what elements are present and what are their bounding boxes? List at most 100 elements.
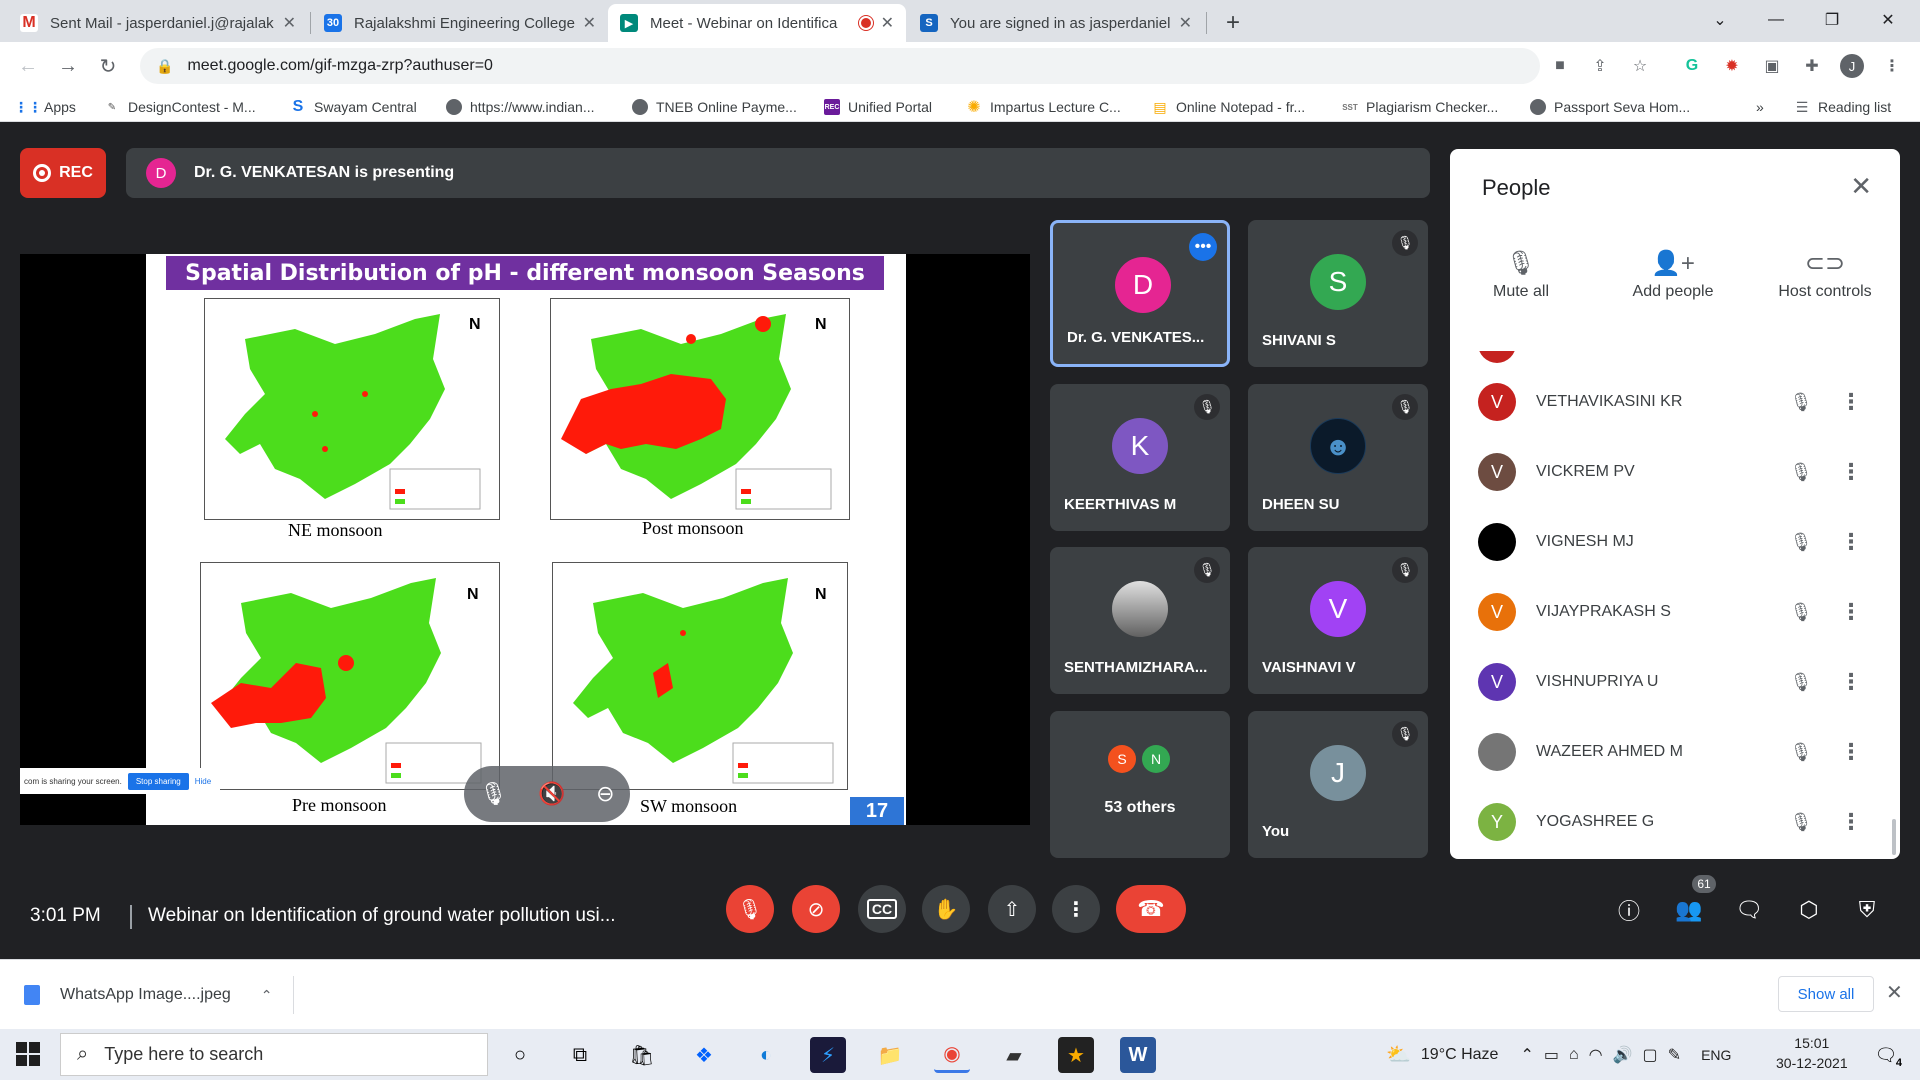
word-icon[interactable]: W xyxy=(1120,1037,1156,1073)
mic-off-icon[interactable]: 🎙 xyxy=(1786,812,1816,833)
chrome-icon[interactable]: ◉ xyxy=(934,1037,970,1073)
bookmark-item[interactable]: TNEB Online Payme... xyxy=(632,97,797,117)
bookmark-item[interactable]: Passport Seva Hom... xyxy=(1530,97,1690,117)
taskbar-search[interactable]: ⌕ Type here to search xyxy=(60,1033,488,1076)
mute-all-button[interactable]: 🎙 Mute all xyxy=(1466,249,1576,301)
weather-text[interactable]: 19°C Haze xyxy=(1421,1046,1499,1064)
close-window-button[interactable]: ✕ xyxy=(1860,0,1916,40)
download-item[interactable]: WhatsApp Image....jpeg ⌃ xyxy=(24,976,294,1014)
more-options-icon[interactable]: ⋮ xyxy=(1836,599,1866,625)
raise-hand-button[interactable]: ✋ xyxy=(922,885,970,933)
url-bar[interactable]: 🔒 meet.google.com/gif-mzga-zrp?authuser=… xyxy=(140,48,1540,84)
more-options-icon[interactable]: ⋮ xyxy=(1836,809,1866,835)
tab-search-button[interactable]: ⌄ xyxy=(1692,0,1748,40)
pen-icon[interactable]: ✎ xyxy=(1668,1045,1681,1065)
display-icon[interactable]: ▢ xyxy=(1643,1045,1658,1065)
mic-off-icon[interactable]: 🎙 xyxy=(1786,602,1816,623)
app-icon[interactable]: ▰ xyxy=(996,1037,1032,1073)
add-people-button[interactable]: 👤+ Add people xyxy=(1618,249,1728,301)
star-app-icon[interactable]: ★ xyxy=(1058,1037,1094,1073)
bookmark-item[interactable]: ✎ DesignContest - M... xyxy=(104,97,256,117)
participant-tile[interactable]: D ••• Dr. G. VENKATES... xyxy=(1050,220,1230,367)
dropbox-icon[interactable]: ❖ xyxy=(686,1037,722,1073)
participant-tile[interactable]: ☻ 🎙 DHEEN SU xyxy=(1248,384,1428,531)
chat-button[interactable]: 🗨 xyxy=(1732,893,1766,927)
mic-off-icon[interactable]: 🎙 xyxy=(479,781,507,807)
activities-button[interactable]: ⬡ xyxy=(1792,893,1826,927)
participant-tile[interactable]: S 🎙 SHIVANI S xyxy=(1248,220,1428,367)
show-all-button[interactable]: Show all xyxy=(1778,976,1874,1012)
store-icon[interactable]: 🛍 xyxy=(624,1037,660,1073)
reading-list[interactable]: ☰ Reading list xyxy=(1794,97,1891,117)
more-options-icon[interactable]: ⋮ xyxy=(1836,529,1866,555)
more-options-icon[interactable]: ⋮ xyxy=(1836,739,1866,765)
close-icon[interactable]: ✕ xyxy=(583,13,596,33)
mic-off-icon[interactable]: 🎙 xyxy=(1786,532,1816,553)
tab-meet[interactable]: ▶ Meet - Webinar on Identifica ✕ xyxy=(608,4,906,42)
back-button[interactable]: ← xyxy=(14,52,42,80)
file-explorer-icon[interactable]: 📁 xyxy=(872,1037,908,1073)
more-options-icon[interactable]: ••• xyxy=(1189,233,1217,261)
shared-screen[interactable]: Spatial Distribution of pH - different m… xyxy=(20,254,1030,825)
browser-menu-icon[interactable]: ⋮ xyxy=(1880,54,1904,78)
hide-link[interactable]: Hide xyxy=(195,777,211,786)
participant-row[interactable]: Y YOGASHREE G 🎙 ⋮ xyxy=(1478,794,1878,850)
share-icon[interactable]: ⇪ xyxy=(1588,54,1612,78)
star-icon[interactable]: ☆ xyxy=(1628,54,1652,78)
close-icon[interactable]: ✕ xyxy=(283,13,296,33)
stop-sharing-button[interactable]: Stop sharing xyxy=(127,772,189,790)
language-indicator[interactable]: ENG xyxy=(1701,1047,1731,1063)
minimize-button[interactable]: — xyxy=(1748,0,1804,40)
network-icon[interactable]: ⌂ xyxy=(1569,1046,1579,1064)
wifi-icon[interactable]: ◠ xyxy=(1589,1045,1603,1065)
close-icon[interactable]: ✕ xyxy=(1179,13,1192,33)
close-panel-button[interactable]: ✕ xyxy=(1850,171,1872,202)
chevron-up-icon[interactable]: ⌃ xyxy=(261,987,273,1004)
battery-icon[interactable]: ▭ xyxy=(1544,1045,1559,1065)
close-icon[interactable]: ✕ xyxy=(881,13,894,33)
self-tile[interactable]: J 🎙 You xyxy=(1248,711,1428,858)
camera-icon[interactable]: ■ xyxy=(1548,54,1572,78)
mic-off-icon[interactable]: 🎙 xyxy=(1786,742,1816,763)
host-controls-shield-button[interactable]: ⛨ xyxy=(1850,893,1884,927)
maximize-button[interactable]: ❐ xyxy=(1804,0,1860,40)
bookmark-item[interactable]: ✺ Impartus Lecture C... xyxy=(966,97,1120,117)
present-button[interactable]: ⇧ xyxy=(988,885,1036,933)
host-controls-button[interactable]: ⊂⊃ Host controls xyxy=(1770,249,1880,301)
mic-off-icon[interactable]: 🎙 xyxy=(1786,462,1816,483)
notifications-button[interactable]: 🗨 4 xyxy=(1872,1041,1902,1070)
extension-icon[interactable]: ▣ xyxy=(1760,54,1784,78)
forward-button[interactable]: → xyxy=(54,52,82,80)
tab-signed-in[interactable]: S You are signed in as jasperdaniel ✕ xyxy=(908,4,1204,42)
profile-avatar[interactable]: J xyxy=(1840,54,1864,78)
more-options-icon[interactable]: ⋮ xyxy=(1836,389,1866,415)
bookmark-item[interactable]: S Swayam Central xyxy=(290,97,417,117)
bookmark-item[interactable]: REC Unified Portal xyxy=(824,97,932,117)
bookmark-apps[interactable]: ⋮⋮ Apps xyxy=(14,97,76,117)
start-button[interactable] xyxy=(16,1042,40,1066)
bookmark-item[interactable]: ▤ Online Notepad - fr... xyxy=(1152,97,1305,117)
participant-tile[interactable]: V 🎙 VAISHNAVI V xyxy=(1248,547,1428,694)
participant-row[interactable]: WAZEER AHMED M 🎙 ⋮ xyxy=(1478,724,1878,780)
bookmark-item[interactable]: https://www.indian... xyxy=(446,97,595,117)
meeting-details-button[interactable]: ⓘ xyxy=(1612,893,1646,927)
camera-toggle-button[interactable]: ⊘ xyxy=(792,885,840,933)
more-options-button[interactable]: ⋮ xyxy=(1052,885,1100,933)
participant-tile[interactable]: 🎙 SENTHAMIZHARA... xyxy=(1050,547,1230,694)
participant-tile[interactable]: K 🎙 KEERTHIVAS M xyxy=(1050,384,1230,531)
new-tab-button[interactable]: + xyxy=(1214,4,1254,42)
participant-row[interactable]: VIGNESH MJ 🎙 ⋮ xyxy=(1478,514,1878,570)
bookmark-item[interactable]: SST Plagiarism Checker... xyxy=(1342,97,1498,117)
mic-off-icon[interactable]: 🎙 xyxy=(1786,672,1816,693)
reload-button[interactable]: ↻ xyxy=(94,52,122,80)
participant-row[interactable]: V VISHNUPRIYA U 🎙 ⋮ xyxy=(1478,654,1878,710)
edge-icon[interactable]: ◐ xyxy=(748,1037,784,1073)
mic-toggle-button[interactable]: 🎙 xyxy=(726,885,774,933)
people-button[interactable]: 👥 xyxy=(1672,893,1706,927)
cortana-icon[interactable]: ○ xyxy=(502,1037,538,1073)
taskbar-clock[interactable]: 15:01 30-12-2021 xyxy=(1776,1033,1848,1073)
more-options-icon[interactable]: ⋮ xyxy=(1836,669,1866,695)
scrollbar[interactable] xyxy=(1892,819,1896,855)
chevron-up-icon[interactable]: ⌃ xyxy=(1520,1045,1533,1065)
extension-icon[interactable]: ✹ xyxy=(1720,54,1744,78)
